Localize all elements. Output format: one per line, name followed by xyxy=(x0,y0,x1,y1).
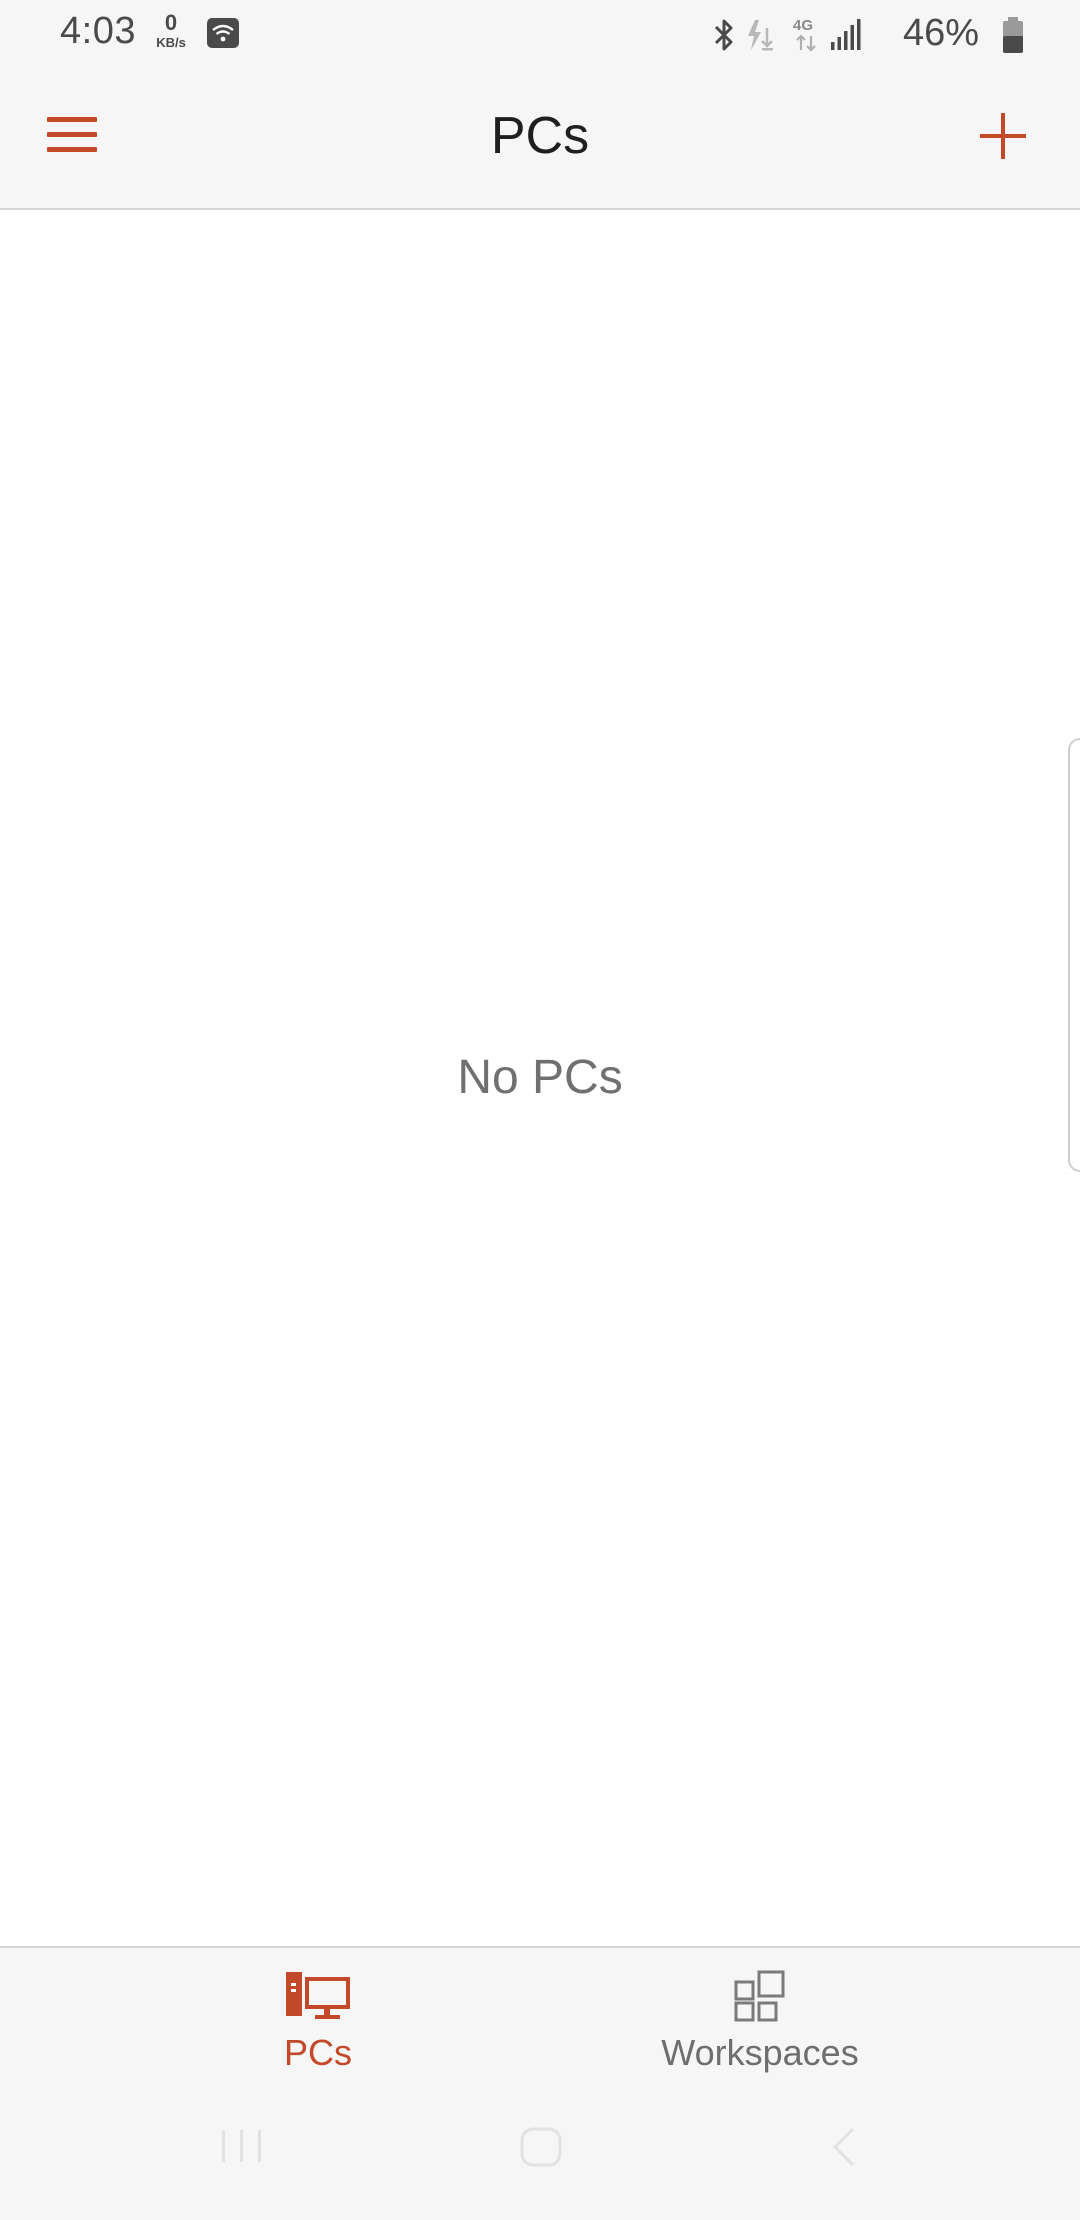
net-speed-value: 0 xyxy=(164,10,178,35)
page-title: PCs xyxy=(490,107,590,165)
pc-list: No PCs xyxy=(0,210,1080,1946)
edge-panel-handle[interactable] xyxy=(1068,738,1080,1172)
wifi-icon xyxy=(206,17,240,54)
svg-text:4G: 4G xyxy=(793,17,813,34)
battery-icon xyxy=(1001,16,1025,59)
status-time: 4:03 xyxy=(60,10,136,52)
empty-state-message: No PCs xyxy=(457,1051,623,1104)
home-icon[interactable] xyxy=(518,2126,564,2173)
battery-percent: 46% xyxy=(902,12,979,54)
tab-pcs-label: PCs xyxy=(283,2032,352,2073)
net-speed-unit: KB/s xyxy=(156,35,186,50)
tab-workspaces-label: Workspaces xyxy=(661,2032,859,2073)
status-bar: 4:03 0 KB/s 4G 46% xyxy=(0,0,1080,70)
back-icon[interactable] xyxy=(825,2126,861,2173)
signal-icon xyxy=(829,18,861,57)
bluetooth-icon xyxy=(711,18,737,57)
recents-icon[interactable] xyxy=(220,2126,264,2171)
app-bar: PCs xyxy=(0,70,1080,210)
screen: 4:03 0 KB/s 4G 46% PCs No PCs PCs Worksp… xyxy=(0,0,1080,2220)
tab-workspaces[interactable]: Workspaces xyxy=(610,1948,910,2080)
4g-icon: 4G xyxy=(791,16,821,59)
tab-pcs[interactable]: PCs xyxy=(168,1948,468,2080)
bottom-navigation: PCs Workspaces xyxy=(0,1946,1080,2080)
add-pc-button[interactable] xyxy=(968,100,1040,172)
workspaces-icon xyxy=(734,1970,786,2027)
data-saver-icon xyxy=(743,18,777,57)
system-navigation-bar xyxy=(0,2080,1080,2220)
net-speed-indicator: 0 KB/s xyxy=(150,10,192,50)
pc-icon xyxy=(285,1970,351,2027)
